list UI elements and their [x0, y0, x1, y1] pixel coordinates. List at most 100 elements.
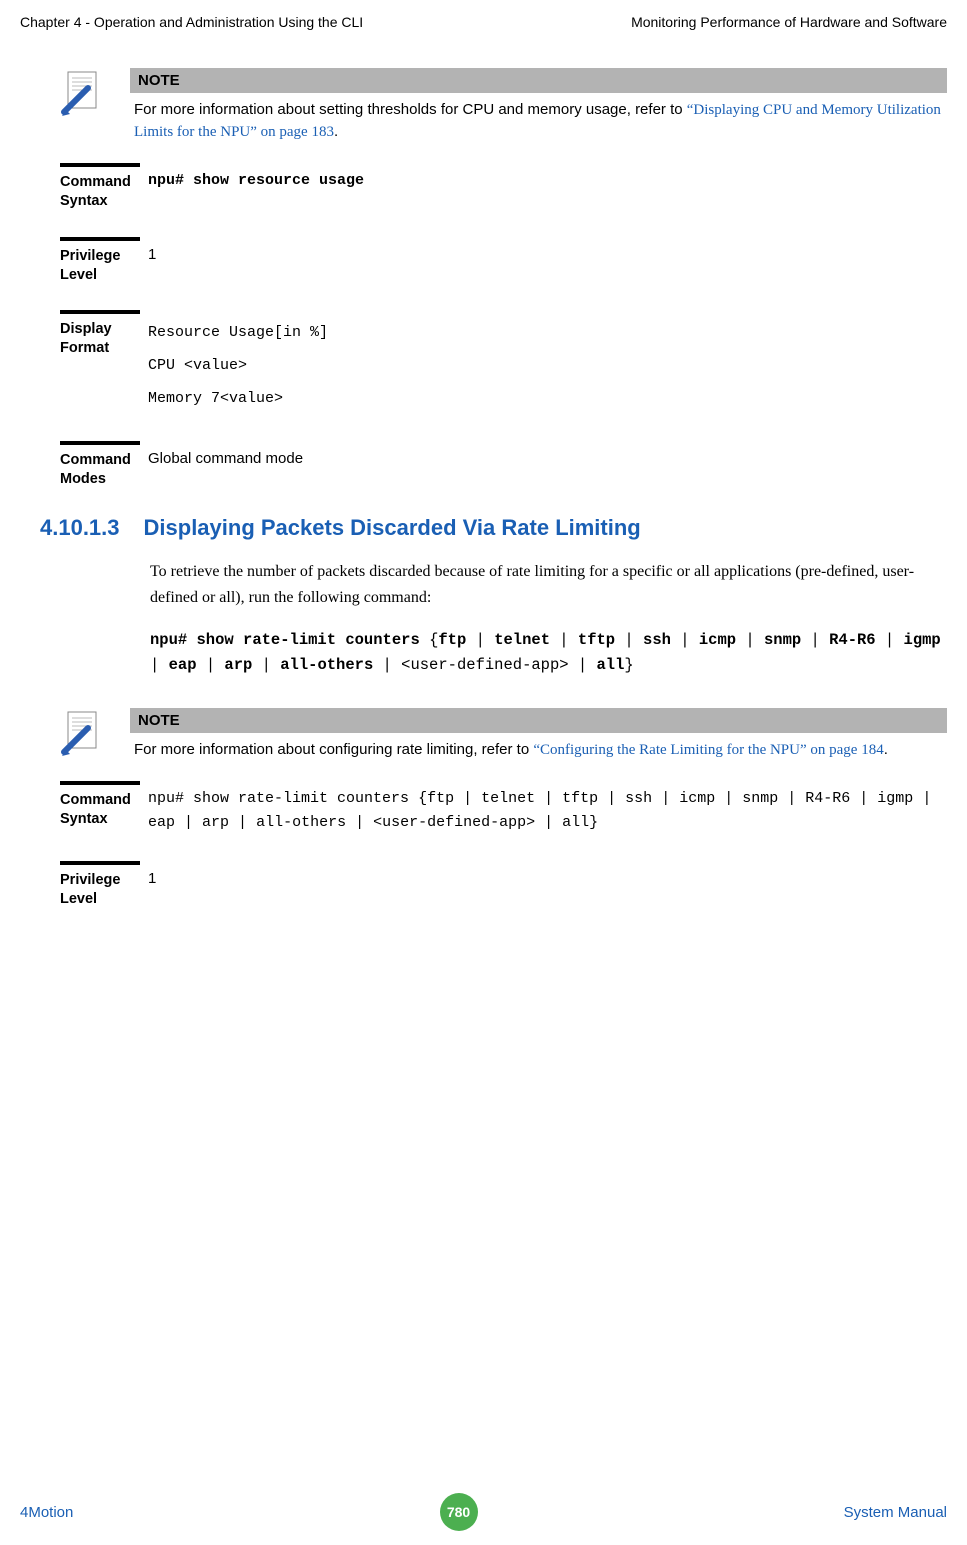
display-format-label: Display Format — [60, 320, 140, 358]
privilege-level-value: 1 — [148, 237, 947, 267]
cmd-part: telnet — [494, 631, 550, 649]
note-icon — [60, 68, 110, 118]
cmd-part: arp — [202, 814, 229, 831]
cmd-part: | — [252, 656, 280, 674]
def-label-wrap: Privilege Level — [60, 237, 140, 285]
cmd-part: | — [652, 790, 679, 807]
header-right: Monitoring Performance of Hardware and S… — [631, 14, 947, 30]
cmd-part: npu# show rate-limit counters — [150, 631, 420, 649]
section-heading: 4.10.1.3 Displaying Packets Discarded Vi… — [40, 515, 947, 541]
cmd-part: | — [876, 631, 904, 649]
section-number: 4.10.1.3 — [40, 515, 120, 541]
def-row-display-format: Display Format Resource Usage[in %] CPU … — [60, 310, 947, 415]
cmd-part: all-others — [256, 814, 346, 831]
cmd-part: all — [597, 656, 625, 674]
privilege-level-value: 1 — [148, 861, 947, 891]
note-block: NOTE For more information about configur… — [60, 708, 947, 761]
command-example: npu# show rate-limit counters {ftp | tel… — [150, 628, 947, 678]
cmd-part: { — [418, 790, 427, 807]
cmd-part: tftp — [578, 631, 615, 649]
cmd-part: ssh — [643, 631, 671, 649]
privilege-level-label: Privilege Level — [60, 247, 140, 285]
cmd-part: | — [715, 790, 742, 807]
cmd-part: | <user-defined-app> | — [373, 656, 596, 674]
cmd-part: | — [197, 656, 225, 674]
cmd-part: } — [624, 656, 633, 674]
def-label-wrap: Command Syntax — [60, 163, 140, 211]
cmd-part: snmp — [764, 631, 801, 649]
cmd-part: } — [589, 814, 598, 831]
cmd-part: igmp — [904, 631, 941, 649]
cmd-part: | — [550, 631, 578, 649]
cmd-part: ssh — [625, 790, 652, 807]
cmd-part: icmp — [699, 631, 736, 649]
note-content: NOTE For more information about configur… — [130, 708, 947, 761]
cmd-part: { — [429, 631, 438, 649]
cmd-part: eap — [169, 656, 197, 674]
note-block: NOTE For more information about setting … — [60, 68, 947, 143]
section-title: Displaying Packets Discarded Via Rate Li… — [144, 515, 641, 541]
cmd-part: | — [801, 631, 829, 649]
note-text: For more information about configuring r… — [130, 739, 947, 761]
def-row-privilege-level: Privilege Level 1 — [60, 861, 947, 909]
note-text-prefix: For more information about setting thres… — [134, 101, 687, 118]
page-footer: 4Motion 780 System Manual — [0, 1493, 967, 1531]
cmd-part: all — [562, 814, 589, 831]
display-format-value: Resource Usage[in %] CPU <value> Memory … — [148, 310, 947, 415]
cmd-part: | <user-defined-app> | — [346, 814, 562, 831]
display-format-line: Memory 7<value> — [148, 382, 947, 415]
command-syntax-value: npu# show resource usage — [148, 163, 947, 193]
note-label: NOTE — [130, 708, 947, 733]
cmd-part: arp — [224, 656, 252, 674]
cmd-part: eap — [148, 814, 175, 831]
command-syntax-value: npu# show rate-limit counters {ftp | tel… — [148, 781, 947, 835]
def-row-command-modes: Command Modes Global command mode — [60, 441, 947, 489]
definition-section: Command Syntax npu# show rate-limit coun… — [60, 781, 947, 909]
command-modes-value: Global command mode — [148, 441, 947, 471]
cmd-part: R4-R6 — [829, 631, 876, 649]
note-icon — [60, 708, 110, 758]
cmd-part: | — [615, 631, 643, 649]
cmd-part: | — [736, 631, 764, 649]
cmd-part: | — [598, 790, 625, 807]
cmd-part: | — [454, 790, 481, 807]
cmd-part: ftp — [427, 790, 454, 807]
command-syntax-label: Command Syntax — [60, 791, 140, 829]
command-modes-label: Command Modes — [60, 451, 140, 489]
page-number-badge: 780 — [440, 1493, 478, 1531]
cmd-part: | — [466, 631, 494, 649]
def-label-wrap: Command Syntax — [60, 781, 140, 829]
cmd-part: ftp — [438, 631, 466, 649]
footer-left: 4Motion — [20, 1504, 73, 1521]
page-header: Chapter 4 - Operation and Administration… — [0, 0, 967, 38]
footer-right: System Manual — [844, 1504, 947, 1521]
def-label-wrap: Display Format — [60, 310, 140, 358]
cmd-part: npu# show rate-limit counters — [148, 790, 409, 807]
cmd-part: | — [535, 790, 562, 807]
note-label: NOTE — [130, 68, 947, 93]
page-content: NOTE For more information about setting … — [0, 68, 967, 909]
cmd-part: | — [229, 814, 256, 831]
def-label-wrap: Command Modes — [60, 441, 140, 489]
cmd-part: | — [150, 656, 169, 674]
cmd-part: tftp — [562, 790, 598, 807]
privilege-level-label: Privilege Level — [60, 871, 140, 909]
header-left: Chapter 4 - Operation and Administration… — [20, 14, 363, 30]
cmd-part: | — [850, 790, 877, 807]
def-row-command-syntax: Command Syntax npu# show resource usage — [60, 163, 947, 211]
note-content: NOTE For more information about setting … — [130, 68, 947, 143]
cmd-part: igmp — [877, 790, 913, 807]
command-syntax-label: Command Syntax — [60, 173, 140, 211]
cmd-part: icmp — [679, 790, 715, 807]
display-format-line: Resource Usage[in %] — [148, 316, 947, 349]
display-format-line: CPU <value> — [148, 349, 947, 382]
cmd-part: | — [913, 790, 931, 807]
note-text-suffix: . — [334, 123, 338, 140]
note-link[interactable]: “Configuring the Rate Limiting for the N… — [533, 742, 883, 758]
cmd-part: | — [671, 631, 699, 649]
cmd-part: telnet — [481, 790, 535, 807]
note-text-prefix: For more information about configuring r… — [134, 741, 533, 758]
cmd-part: all-others — [280, 656, 373, 674]
note-text: For more information about setting thres… — [130, 99, 947, 143]
body-paragraph: To retrieve the number of packets discar… — [150, 559, 947, 610]
